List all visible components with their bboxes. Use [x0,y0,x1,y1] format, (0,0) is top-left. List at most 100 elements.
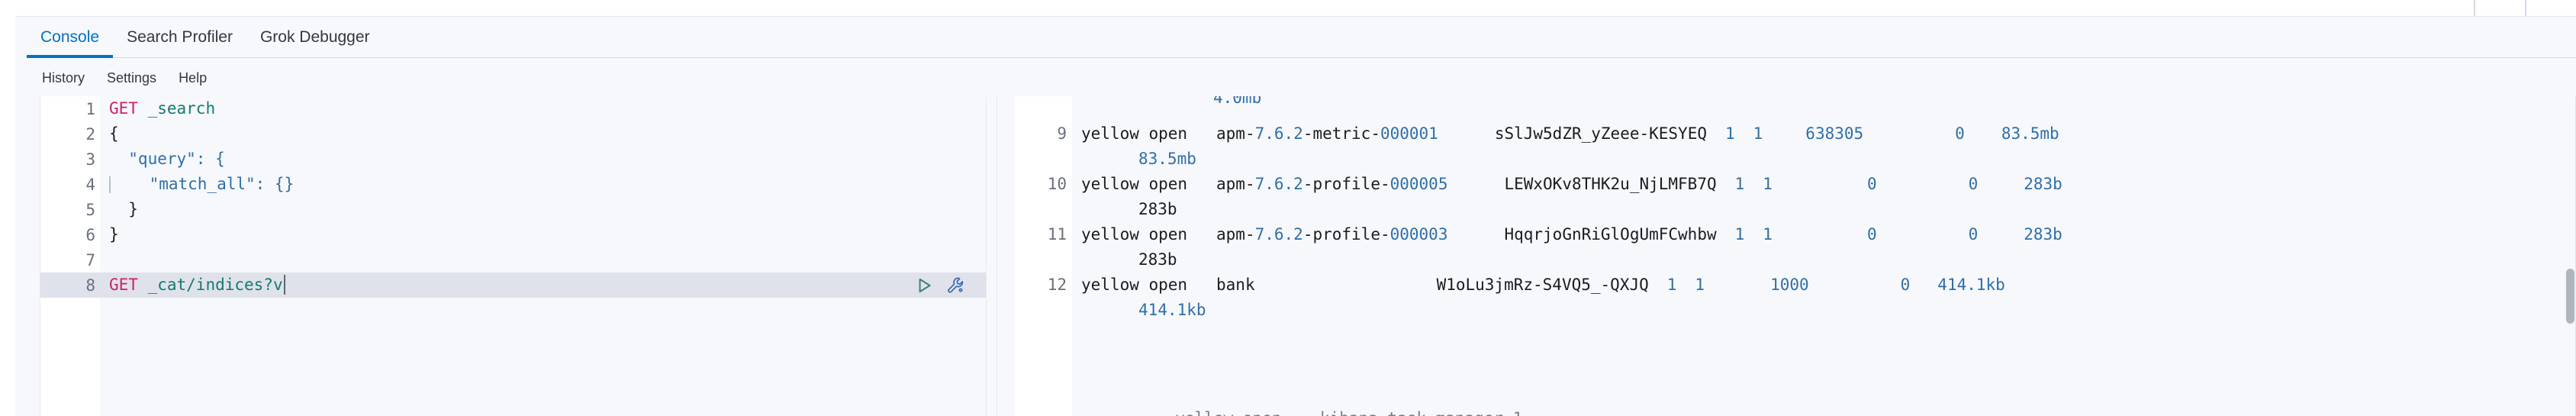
settings-button[interactable]: Settings [107,70,156,86]
index-uuid: LEWxOKv8THK2u_NjLMFB7Q [1504,175,1717,193]
output-row-10[interactable]: yellow open apm-7.6.2-profile-000005 LEWx… [1072,172,2576,222]
index-docs-count: 0 [1866,225,1877,243]
gutter-line-7[interactable]: 7 [40,247,100,272]
index-name-prefix: apm- [1216,124,1255,143]
browser-chrome-strip: ◯ ▬ [0,0,2576,16]
code-line-3[interactable]: "query": { [100,147,986,172]
index-docs-deleted: 0 [1955,124,1965,143]
gutter-line-5[interactable]: 5 ▴ [40,197,111,222]
help-button[interactable]: Help [179,70,207,86]
code-line-8[interactable]: GET _cat/indices?v [100,272,986,298]
line-number: 7 [85,250,95,269]
index-store-size: 83.5mb [2001,124,2059,143]
index-name-prefix: bank [1216,276,1255,294]
code-text: "query": { [109,150,225,168]
tab-console[interactable]: Console [27,17,114,58]
index-pri: 1 [1666,276,1677,294]
http-method: GET [109,276,138,294]
code-text: "match_all": {} [111,175,295,193]
dev-tools-panel: Console Search Profiler Grok Debugger Hi… [15,16,2576,416]
code-line-1[interactable]: GET _search [100,96,986,121]
index-health-state: yellow open [1081,175,1217,193]
gutter-line-1[interactable]: 1 [40,96,100,121]
output-code-area[interactable]: 4.0mb yellow open apm-7.6.2-metric-00000… [1072,96,2576,416]
play-icon[interactable] [914,276,934,295]
pane-resize-handle[interactable] [986,96,997,416]
output-row-12[interactable]: yellow open bank W1oLu3jmRz-S4VQ5_-QXJQ 1 1… [1072,272,2576,323]
output-scrollbar-thumb[interactable] [2566,269,2574,324]
index-health-state: yellow open [1081,124,1217,143]
index-store-size: 414.1kb [1937,276,2005,294]
line-number: 5 [85,200,95,219]
index-name-suffix: 000005 [1389,175,1448,193]
index-store-size: 283b [2024,225,2062,243]
code-line-6[interactable]: } [100,222,986,247]
code-line-2[interactable]: { [100,121,986,147]
history-button[interactable]: History [42,70,85,86]
code-line-5[interactable]: } [100,197,986,222]
index-health-state: yellow open [1081,225,1217,243]
index-name-version: 7.6.2 [1254,175,1303,193]
output-line-number-10: 10 [1047,175,1067,193]
output-gutter: 9 10 11 12 [1014,96,1072,416]
index-docs-count: 1000 [1770,276,1809,294]
index-docs-deleted: 0 [1968,175,1979,193]
chrome-cell-circle[interactable]: ◯ [2474,0,2525,16]
line-number: 1 [85,99,95,118]
index-name-version: 7.6.2 [1254,225,1303,243]
gutter-line-4[interactable]: 4 [40,172,100,197]
tab-search-profiler[interactable]: Search Profiler [113,17,246,58]
text-caret [283,275,285,295]
output-partial-top-line: 4.0mb [1213,96,1262,107]
index-name-prefix: apm- [1216,225,1255,243]
index-pri-store-size: 83.5mb [1138,150,1196,168]
output-row-11[interactable]: yellow open apm-7.6.2-profile-000003 Hqqr… [1072,222,2576,272]
index-health-state: yellow open [1081,276,1217,294]
tab-grok-debugger[interactable]: Grok Debugger [246,17,384,58]
chrome-cell-dash[interactable]: ▬ [2525,0,2576,16]
line-number: 3 [85,150,95,169]
editor-left-rail [31,96,40,416]
gutter-line-8[interactable]: 8 [40,272,100,298]
index-name-version: 7.6.2 [1254,124,1303,143]
index-pri: 1 [1734,175,1745,193]
request-editor[interactable]: 1 2 ▾ 3 ▾ 4 5 ▴ [31,96,986,416]
tab-grok-debugger-label: Grok Debugger [259,28,370,46]
request-path: _cat/indices?v [147,276,283,294]
output-gutter-partial [1014,96,1072,121]
wrench-icon[interactable] [946,276,966,295]
line-number: 6 [85,225,95,244]
request-path: _search [147,99,216,118]
line-number: 2 [85,124,95,144]
code-text: } [109,200,138,218]
tab-console-label: Console [40,28,100,46]
dev-tools-tabbar: Console Search Profiler Grok Debugger [15,17,2576,58]
gutter-line-6[interactable]: 6 ▴ [40,222,111,247]
index-docs-count: 0 [1866,175,1877,193]
response-output[interactable]: 9 10 11 12 4.0mb yellow open apm-7.6.2-m… [997,96,2576,416]
code-line-4[interactable]: "match_all": {} [100,172,986,197]
index-uuid: sSlJw5dZR_yZeee-KESYEQ [1494,124,1707,143]
index-name-mid: -profile- [1302,175,1390,193]
output-partial-bottom-line: yellow open .kibana_task_manager_1 [1147,406,1522,416]
output-line-number-11: 11 [1047,225,1067,243]
index-name-suffix: 000003 [1389,225,1448,243]
console-split: 1 2 ▾ 3 ▾ 4 5 ▴ [31,96,2576,416]
index-rep: 1 [1695,276,1705,294]
line-number: 8 [85,276,95,295]
code-line-7[interactable] [100,247,986,272]
code-text: } [109,225,119,243]
index-rep: 1 [1753,124,1763,143]
editor-code-area[interactable]: GET _search { "query": { "match_all": {}… [100,96,986,416]
index-rep: 1 [1763,225,1773,243]
output-row-9[interactable]: yellow open apm-7.6.2-metric-000001 sSlJw… [1072,121,2576,172]
tab-search-profiler-label: Search Profiler [127,28,233,46]
editor-gutter: 1 2 ▾ 3 ▾ 4 5 ▴ [40,96,111,416]
output-line-number-9: 9 [1057,124,1067,143]
index-uuid: HqqrjoGnRiGlOgUmFCwhbw [1504,225,1717,243]
gutter-line-2[interactable]: 2 ▾ [40,121,111,147]
gutter-line-3[interactable]: 3 ▾ [40,147,111,172]
http-method: GET [109,99,138,118]
